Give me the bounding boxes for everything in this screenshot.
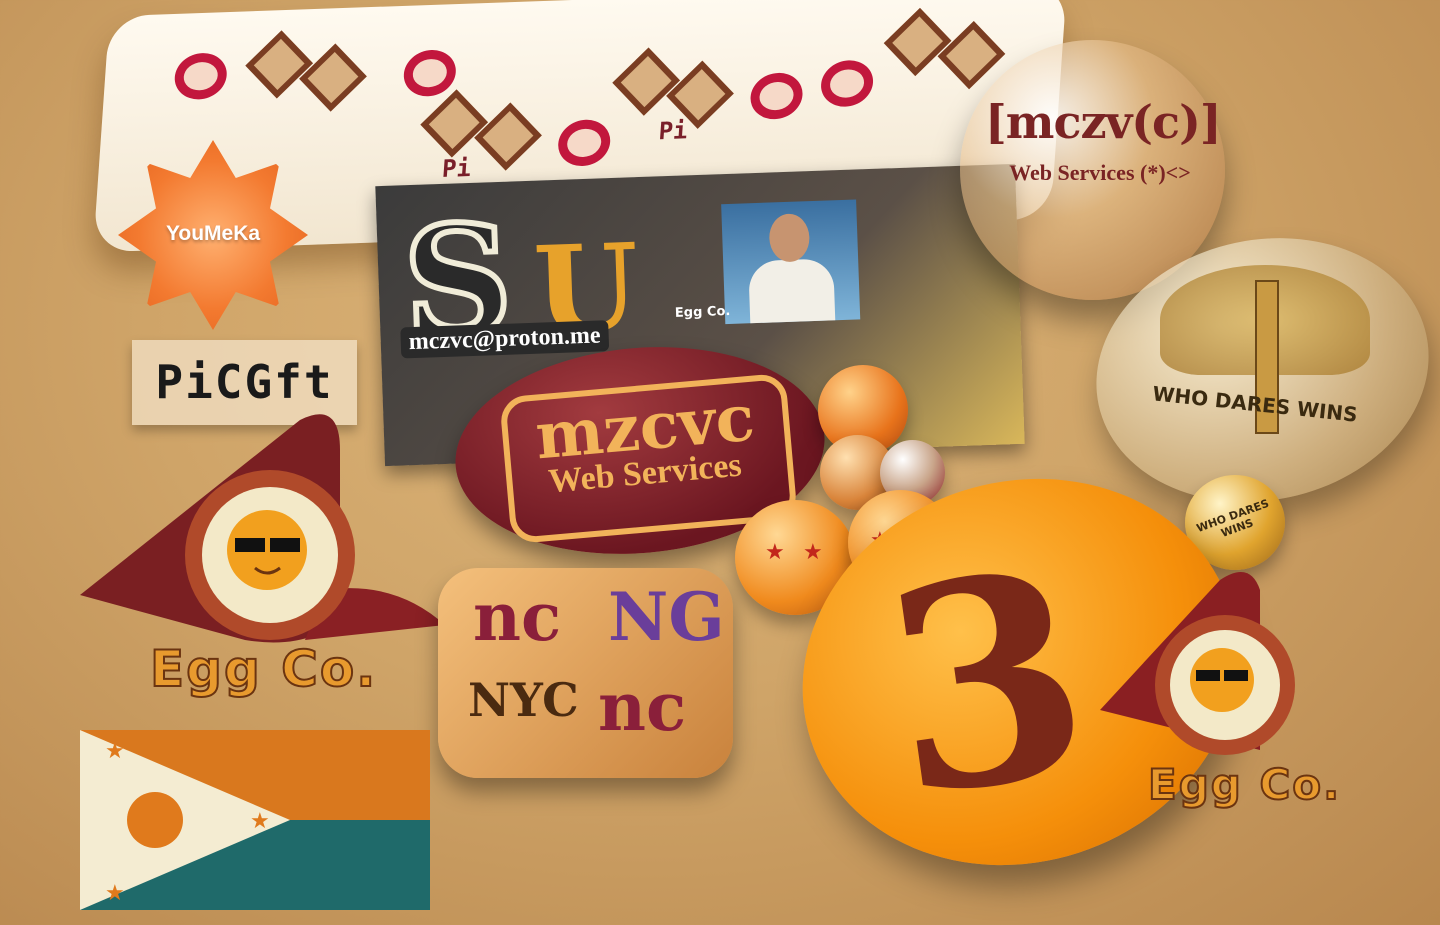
ring-icon [748, 72, 805, 121]
youmeka-label: YouMeKa [165, 222, 261, 245]
ring-icon [819, 59, 875, 108]
banner-logo-text: Pi [441, 153, 472, 184]
nc-monogram-tl: nc [473, 578, 562, 656]
portrait-head [768, 213, 811, 263]
nyc-monogram: NYC [468, 673, 579, 727]
poster-egg-label: Egg Co. [674, 303, 731, 321]
nc-monogram-tile: nc NG NYC nc [438, 568, 733, 778]
ring-icon [402, 49, 458, 98]
sunglasses-icon [270, 538, 300, 552]
sphere-subtitle: Web Services (*)<> [1009, 160, 1191, 185]
eggco-logo-left [80, 414, 445, 643]
sunglasses-icon [1196, 670, 1220, 681]
diamond-tile-icon [474, 102, 542, 171]
diamond-tile-icon [245, 30, 314, 99]
philippine-flag-card: ★ ★ ★ [80, 730, 430, 910]
nc-monogram-br: nc [598, 668, 687, 746]
portrait-photo [721, 199, 861, 325]
sphere-title: [mczv(c)] [985, 95, 1222, 149]
star-icon: ★ [803, 540, 823, 565]
ring-icon [556, 118, 612, 167]
eggco-logo-right [1100, 572, 1295, 755]
gold-ball-motto: WHO DARES WINS [1194, 496, 1271, 540]
eggco-label-right: Egg Co. [1147, 759, 1342, 810]
diamond-tile-icon [299, 43, 367, 112]
sunglasses-icon [235, 538, 265, 552]
diamond-tile-icon [420, 89, 489, 158]
star-icon: ★ [105, 881, 125, 906]
sunglasses-icon [1224, 670, 1248, 681]
star-icon: ★ [105, 739, 125, 764]
banner-logo-text: Pi [657, 116, 689, 146]
sun-icon [127, 792, 183, 848]
portrait-shirt [748, 258, 836, 324]
diamond-tile-icon [883, 7, 952, 77]
diamond-tile-icon [937, 21, 1006, 90]
star-icon: ★ [250, 809, 270, 834]
star-icon: ★ [765, 540, 785, 565]
ng-monogram: NG [608, 578, 725, 656]
ring-icon [173, 52, 229, 101]
diamond-tile-icon [612, 47, 681, 116]
eggco-label-left: Egg Co. [149, 639, 378, 699]
